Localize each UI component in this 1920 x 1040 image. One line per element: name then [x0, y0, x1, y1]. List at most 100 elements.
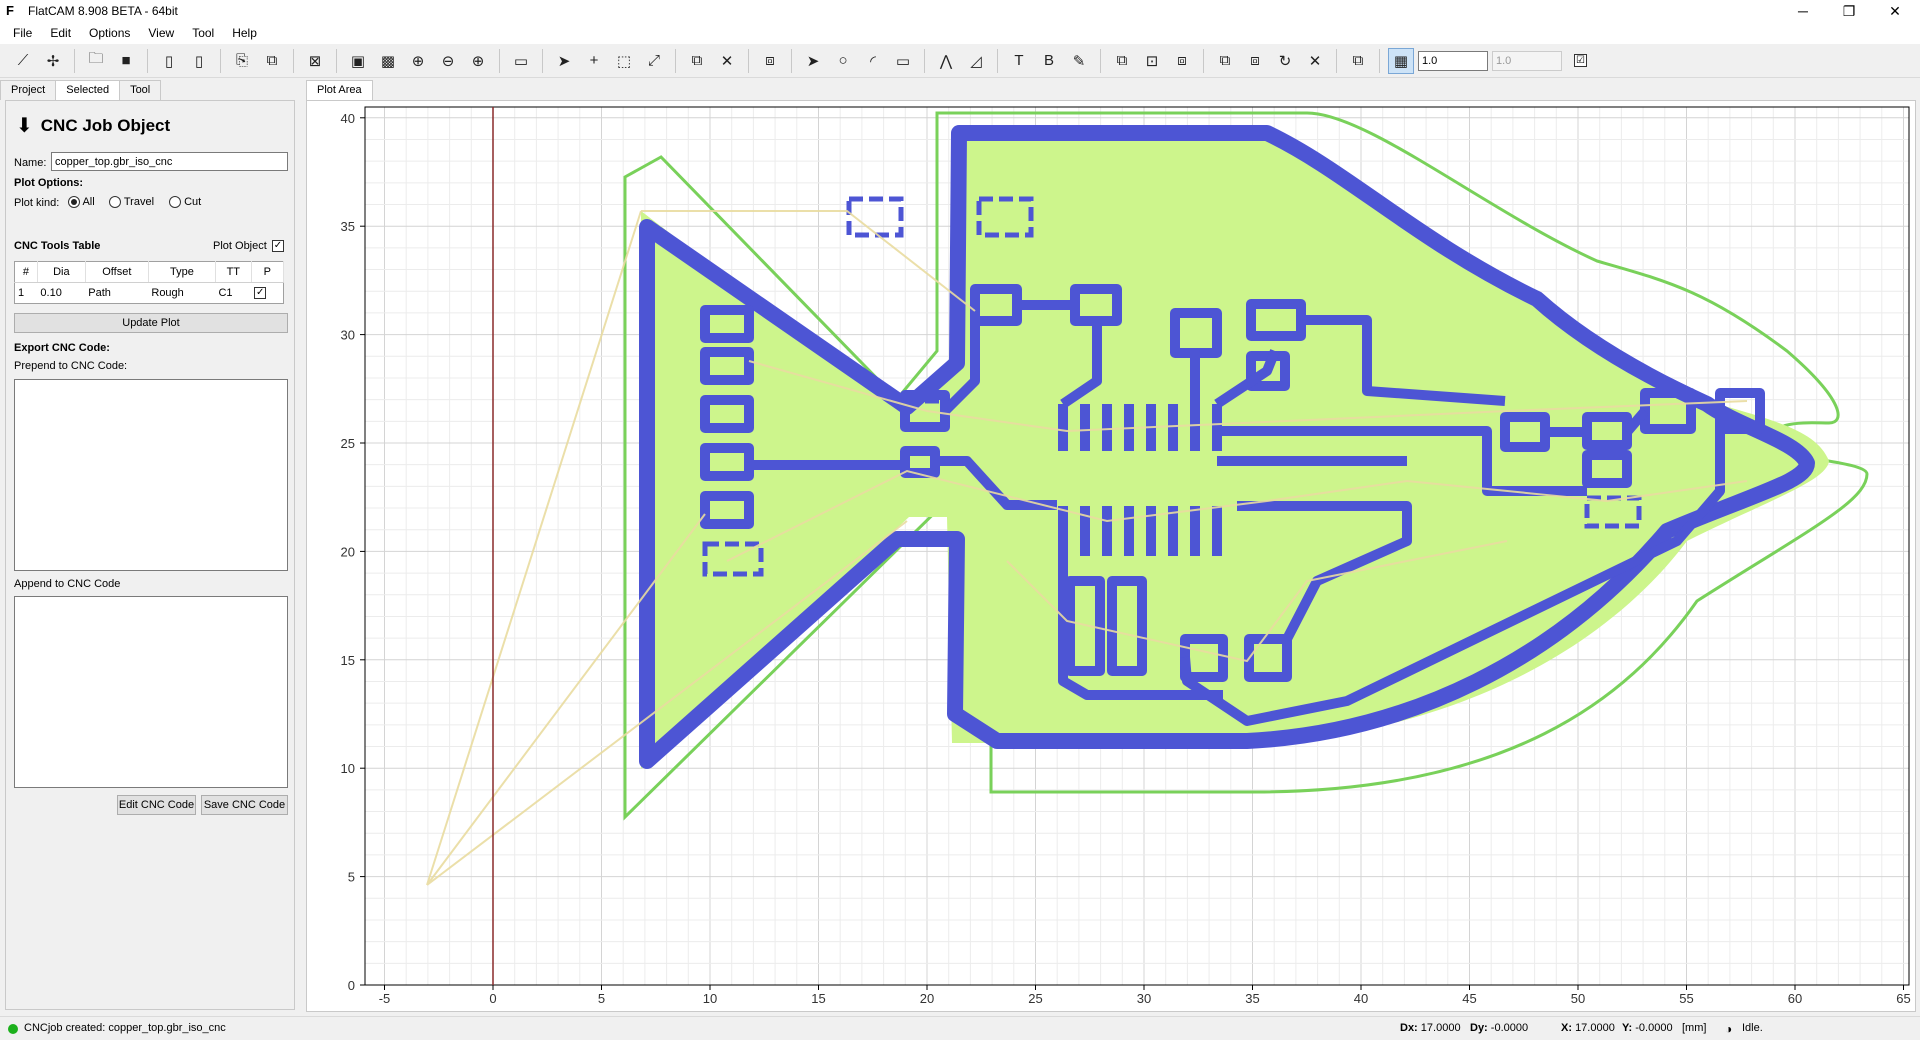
x-tick-label: 50 — [1571, 991, 1585, 1006]
radio-all[interactable] — [68, 196, 80, 209]
status-ok-icon — [8, 1024, 18, 1034]
save-cnc-code-button[interactable]: Save CNC Code — [201, 795, 288, 815]
toolbar-separator — [336, 48, 337, 73]
menu-options[interactable]: Options — [80, 24, 139, 42]
status-bar: CNCjob created: copper_top.gbr_iso_cnc D… — [0, 1016, 1920, 1040]
cell-p[interactable]: ✓ — [251, 283, 283, 304]
text-icon[interactable]: T — [1006, 48, 1032, 74]
grid-x-input[interactable] — [1418, 50, 1488, 71]
x-tick-label: 25 — [1028, 991, 1042, 1006]
col-offset: Offset — [85, 261, 149, 283]
duplicate-icon[interactable]: ⧉ — [684, 48, 710, 74]
tab-selected[interactable]: Selected — [55, 80, 121, 100]
rectangle-icon[interactable]: ▭ — [890, 48, 916, 74]
grid-y-input[interactable] — [1492, 50, 1562, 71]
restore-button[interactable]: ❐ — [1826, 0, 1872, 22]
pointer-icon[interactable]: ➤ — [800, 48, 826, 74]
plot-canvas[interactable]: -5 0 5 10 15 20 25 30 35 40 45 50 55 60 65 0 5 10 15 20 25 30… — [307, 101, 1915, 1011]
union-icon[interactable]: ⧉ — [1109, 48, 1135, 74]
menu-view[interactable]: View — [139, 24, 183, 42]
copy-object-icon[interactable]: ⧉ — [259, 48, 285, 74]
menu-file[interactable]: File — [4, 24, 41, 42]
radio-cut[interactable] — [169, 196, 181, 209]
zoom-out-icon[interactable]: ⊖ — [435, 48, 461, 74]
toolbar-separator — [499, 48, 500, 73]
intersect-icon[interactable]: ⊡ — [1139, 48, 1165, 74]
add-point-icon[interactable]: ✢ — [40, 48, 66, 74]
zoom-in-icon[interactable]: ⊕ — [465, 48, 491, 74]
append-textarea[interactable] — [14, 596, 288, 788]
buffer-icon[interactable]: B — [1036, 48, 1062, 74]
copy-shape-icon[interactable]: ⧈ — [1242, 48, 1268, 74]
plot-all-icon[interactable]: ▣ — [345, 48, 371, 74]
menu-help[interactable]: Help — [223, 24, 266, 42]
shell-icon[interactable]: ▭ — [508, 48, 534, 74]
tab-tool[interactable]: Tool — [119, 80, 162, 100]
move-icon[interactable]: ⤢ — [641, 48, 667, 74]
status-message: CNCjob created: copper_top.gbr_iso_cnc — [24, 1022, 226, 1034]
bbox-icon[interactable]: ⬚ — [611, 48, 637, 74]
delete-shape-icon[interactable]: ✕ — [1302, 48, 1328, 74]
open-gerber-icon[interactable]: ▯ — [156, 48, 182, 74]
name-input[interactable] — [51, 152, 288, 171]
table-row[interactable]: 1 0.10 Path Rough C1 ✓ — [15, 283, 284, 304]
update-plot-button[interactable]: Update Plot — [14, 313, 288, 333]
x-tick-label: 45 — [1462, 991, 1476, 1006]
menu-edit[interactable]: Edit — [41, 24, 80, 42]
y-tick-label: 25 — [341, 436, 355, 451]
delete-object-icon[interactable]: ⊠ — [302, 48, 328, 74]
path-icon[interactable]: ◿ — [963, 48, 989, 74]
move-geo-icon[interactable]: ⧉ — [1345, 48, 1371, 74]
y-tick-label: 10 — [341, 761, 355, 776]
x-tick-label: 30 — [1137, 991, 1151, 1006]
select-icon[interactable]: ➤ — [551, 48, 577, 74]
new-geometry-icon[interactable]: ⟋ — [10, 48, 36, 74]
subtract-icon[interactable]: ⧈ — [1169, 48, 1195, 74]
tab-plot-area[interactable]: Plot Area — [306, 80, 373, 100]
paint-icon[interactable]: ✎ — [1066, 48, 1092, 74]
plot-kind-travel[interactable]: Travel — [109, 196, 154, 209]
prepend-textarea[interactable] — [14, 379, 288, 571]
menu-bar: File Edit Options View Tool Help — [0, 22, 1920, 44]
rotate-icon[interactable]: ↻ — [1272, 48, 1298, 74]
plot-kind-cut[interactable]: Cut — [169, 196, 201, 209]
open-folder-icon[interactable]: 🗀 — [83, 48, 109, 74]
minimize-button[interactable]: ─ — [1780, 0, 1826, 22]
plot-object-checkbox[interactable]: ✓ — [272, 240, 284, 252]
join-icon[interactable]: ⧈ — [757, 48, 783, 74]
toolbar-separator — [1203, 48, 1204, 73]
menu-tool[interactable]: Tool — [183, 24, 223, 42]
x-tick-label: 55 — [1679, 991, 1693, 1006]
plot-object-label: Plot Object — [213, 240, 267, 252]
toolbar-separator — [293, 48, 294, 73]
notebook-tabs: Project Selected Tool — [0, 80, 162, 100]
y-tick-label: 5 — [348, 870, 355, 885]
plot-kind-all[interactable]: All — [68, 196, 95, 209]
grid-snap-icon[interactable]: ▦ — [1388, 47, 1414, 74]
grid-lock-checkbox[interactable]: ☑ — [1574, 54, 1587, 67]
add-icon[interactable]: + — [581, 48, 607, 74]
col-type: Type — [148, 261, 216, 283]
x-tick-label: 10 — [703, 991, 717, 1006]
panel-title: CNC Job Object — [40, 115, 171, 135]
pcb-drawing — [426, 111, 1869, 886]
dy-value: -0.0000 — [1490, 1022, 1529, 1034]
cell-dia: 0.10 — [40, 287, 62, 300]
clear-plot-icon[interactable]: ▩ — [375, 48, 401, 74]
edit-cnc-code-button[interactable]: Edit CNC Code — [117, 795, 196, 815]
arc-icon[interactable]: ◜ — [860, 48, 886, 74]
plot-area[interactable]: -5 0 5 10 15 20 25 30 35 40 45 50 55 60 65 0 5 10 15 20 25 30… — [306, 100, 1916, 1012]
polygon-icon[interactable]: ⋀ — [933, 48, 959, 74]
close-window-button[interactable]: ✕ — [1872, 0, 1918, 22]
plot-tool-checkbox[interactable]: ✓ — [254, 287, 267, 300]
radio-travel[interactable] — [109, 196, 121, 209]
save-icon[interactable]: ■ — [113, 48, 139, 74]
circle-icon[interactable]: ○ — [830, 48, 856, 74]
copy-icon[interactable]: ⎘ — [229, 48, 255, 74]
zoom-fit-icon[interactable]: ⊕ — [405, 48, 431, 74]
delete-icon[interactable]: ✕ — [714, 48, 740, 74]
cut-icon[interactable]: ⧉ — [1212, 48, 1238, 74]
export-cnc-label: Export CNC Code: — [14, 342, 110, 354]
tab-project[interactable]: Project — [0, 80, 57, 100]
open-excellon-icon[interactable]: ▯ — [186, 48, 212, 74]
